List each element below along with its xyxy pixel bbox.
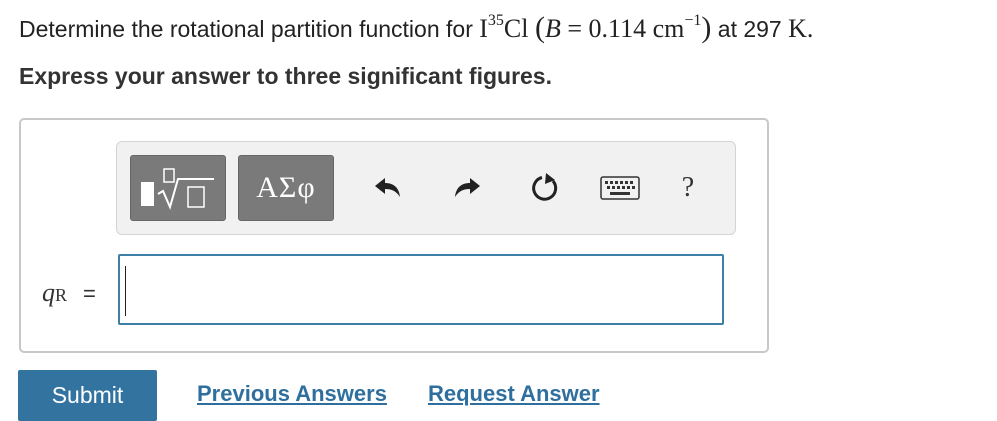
answer-input[interactable] <box>118 254 724 325</box>
answer-box: ΑΣφ ? qR = <box>19 118 769 353</box>
keyboard-button[interactable] <box>597 166 643 210</box>
param-value: = 0.114 cm <box>560 14 685 43</box>
isotope-number: 35 <box>487 12 504 29</box>
reset-icon <box>532 173 558 201</box>
param-exponent: −1 <box>684 12 702 29</box>
molecule-rest: Cl <box>503 14 529 43</box>
fraction-radical-template-icon <box>141 168 214 210</box>
temperature-unit: K. <box>788 14 814 43</box>
param-symbol: B <box>545 14 561 43</box>
help-button[interactable]: ? <box>665 166 711 210</box>
greek-symbols-button[interactable]: ΑΣφ <box>238 155 334 221</box>
instruction-text: Express your answer to three significant… <box>19 63 552 89</box>
submit-button[interactable]: Submit <box>18 370 157 421</box>
undo-icon <box>375 178 400 197</box>
reset-button[interactable] <box>522 166 568 210</box>
undo-button[interactable] <box>365 166 411 210</box>
molecule-base: I <box>479 14 488 43</box>
templates-button[interactable] <box>130 155 226 221</box>
answer-variable: q <box>42 278 55 307</box>
request-answer-link[interactable]: Request Answer <box>428 381 600 407</box>
previous-answers-link[interactable]: Previous Answers <box>197 381 387 407</box>
question-suffix: at 297 <box>711 16 789 42</box>
close-paren: ) <box>701 11 712 44</box>
keyboard-icon <box>600 176 640 200</box>
molecule-formula: I35Cl (B = 0.114 cm−1) <box>479 11 712 44</box>
open-paren: ( <box>535 11 545 44</box>
redo-button[interactable] <box>444 166 490 210</box>
math-toolbar: ΑΣφ ? <box>116 141 736 235</box>
redo-icon <box>455 178 480 197</box>
question-prefix: Determine the rotational partition funct… <box>19 16 480 42</box>
answer-subscript: R <box>55 285 68 305</box>
question-text: Determine the rotational partition funct… <box>19 10 813 47</box>
text-caret <box>125 266 126 316</box>
equals-sign: = <box>83 281 96 306</box>
answer-label: qR = <box>42 278 96 308</box>
